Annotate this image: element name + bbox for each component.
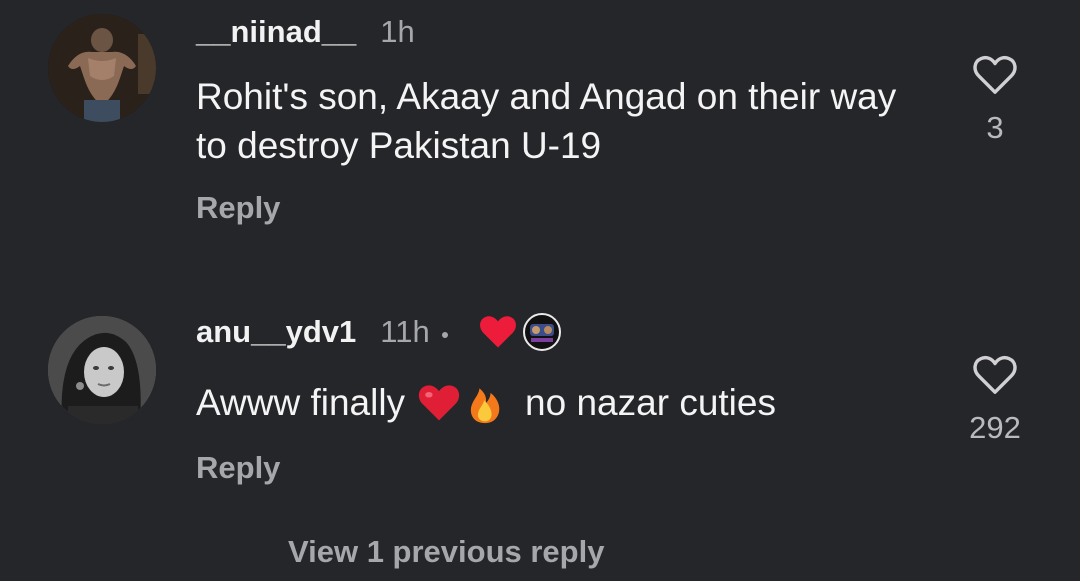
timestamp: 11h [380,314,430,349]
avatar[interactable] [48,14,156,122]
comment-text: Rohit's son, Akaay and Angad on their wa… [196,76,897,166]
reply-button[interactable]: Reply [196,190,280,226]
username[interactable]: anu__ydv1 [196,314,356,350]
fire-emoji-icon [470,387,500,423]
comment-item: anu__ydv1 11h Awww finally no nazar cuti… [0,300,1080,500]
comment-text: Awww finally no nazar cuties [196,378,936,427]
person-photo-avatar-icon [48,14,156,122]
comment-text-before: Awww finally [196,382,406,423]
username[interactable]: __niinad__ [196,14,356,50]
like-count: 3 [986,110,1004,145]
red-heart-emoji-icon [418,384,460,420]
like-button[interactable]: 3 [950,54,1040,146]
heart-outline-icon[interactable] [972,54,1018,96]
timestamp: 1h [380,14,415,49]
comment-item: __niinad__ 1h Rohit's son, Akaay and Ang… [0,0,1080,260]
person-photo-avatar-icon [48,316,156,424]
heart-outline-icon[interactable] [972,354,1018,396]
separator-dot [441,332,448,338]
like-button[interactable]: 292 [950,354,1040,446]
comment-text-after: no nazar cuties [525,382,776,423]
comment-meta: anu__ydv1 11h [196,312,562,352]
red-heart-icon [479,316,516,348]
like-count: 292 [969,410,1021,445]
view-previous-replies-button[interactable]: View 1 previous reply [288,534,604,570]
creator-avatar-badge-icon [522,313,561,351]
comment-meta: __niinad__ 1h [196,14,415,50]
reply-button[interactable]: Reply [196,450,280,486]
avatar[interactable] [48,316,156,424]
